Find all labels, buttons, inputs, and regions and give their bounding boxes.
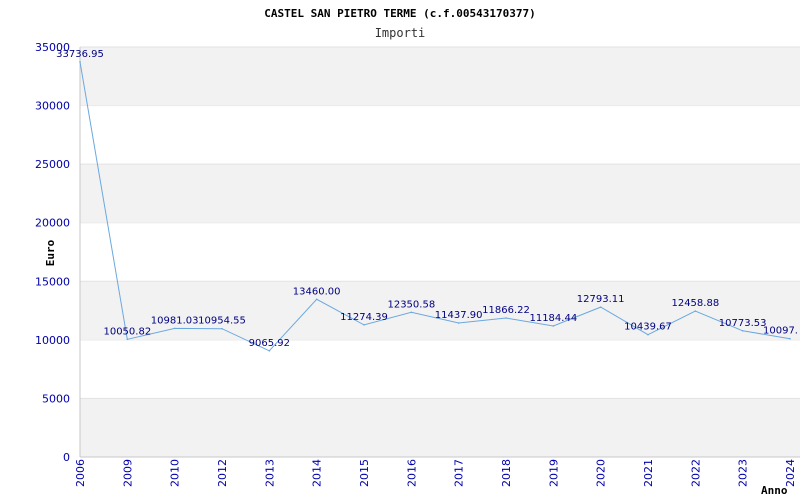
x-tick-label: 2015 xyxy=(358,459,371,487)
data-point xyxy=(457,322,460,324)
x-tick-label: 2018 xyxy=(500,459,513,487)
y-tick-label: 5000 xyxy=(42,392,70,405)
data-point xyxy=(599,306,602,308)
data-point xyxy=(126,338,129,341)
y-tick-label: 15000 xyxy=(35,275,70,288)
x-tick-label: 2009 xyxy=(121,459,134,487)
x-tick-label: 2019 xyxy=(547,459,560,487)
line-chart: CASTEL SAN PIETRO TERME (c.f.00543170377… xyxy=(35,7,800,497)
data-point xyxy=(315,298,318,301)
x-axis-label: Anno xyxy=(761,484,788,497)
x-tick-label: 2020 xyxy=(595,459,608,487)
data-label: 13460.00 xyxy=(293,286,341,297)
data-label: 10050.82 xyxy=(103,326,151,337)
data-label: 12458.88 xyxy=(671,298,719,309)
data-point xyxy=(789,337,791,340)
data-point xyxy=(173,327,176,330)
data-label: 33736.95 xyxy=(56,49,104,60)
x-tick-label: 2006 xyxy=(74,459,87,487)
x-tick-label: 2013 xyxy=(263,459,276,487)
y-tick-label: 20000 xyxy=(35,217,70,230)
axes xyxy=(79,47,800,458)
data-label: 9065.92 xyxy=(249,338,290,349)
grid-band xyxy=(80,398,800,457)
x-tick-label: 2012 xyxy=(216,459,229,487)
data-point xyxy=(694,310,697,312)
grid-band xyxy=(80,164,800,223)
data-point xyxy=(552,325,555,327)
data-label: 11437.90 xyxy=(435,310,483,321)
data-point xyxy=(363,324,365,326)
y-tick-label: 10000 xyxy=(35,334,70,347)
chart-title: CASTEL SAN PIETRO TERME (c.f.00543170377… xyxy=(264,7,536,20)
data-point xyxy=(79,60,81,63)
chart-subtitle: Importi xyxy=(375,26,426,40)
data-point xyxy=(741,329,744,332)
y-tick-label: 0 xyxy=(63,451,70,464)
grid-band xyxy=(80,47,800,106)
data-label: 11184.44 xyxy=(529,313,577,324)
data-label: 10773.53 xyxy=(719,318,767,329)
data-label: 11866.22 xyxy=(482,305,530,316)
x-tick-label: 2016 xyxy=(405,459,418,487)
x-tick-labels: 2006 2009 2010 2012 2013 2014 2015 2016 2017 2018… xyxy=(74,459,797,487)
data-point xyxy=(221,327,223,330)
data-label: 12793.11 xyxy=(577,294,625,305)
grid-bands xyxy=(80,46,800,457)
data-point xyxy=(268,349,271,352)
data-label: 10954.55 xyxy=(198,316,246,327)
data-point xyxy=(410,311,413,314)
data-point xyxy=(505,317,507,319)
x-tick-label: 2022 xyxy=(689,459,702,487)
x-tick-label: 2017 xyxy=(453,459,466,487)
data-label: 10439.67 xyxy=(624,322,672,333)
x-tick-label: 2010 xyxy=(169,459,182,487)
x-tick-label: 2024 xyxy=(784,459,797,487)
data-label: 10981.03 xyxy=(151,315,199,326)
y-tick-label: 25000 xyxy=(35,158,70,171)
data-label: 11274.39 xyxy=(340,312,388,323)
x-tick-label: 2021 xyxy=(642,459,655,487)
data-label: 12350.58 xyxy=(387,299,435,310)
data-point xyxy=(647,333,649,336)
y-tick-label: 30000 xyxy=(35,100,70,113)
data-label: 10097. xyxy=(763,326,798,337)
y-axis-label: Euro xyxy=(44,239,57,266)
x-tick-label: 2023 xyxy=(737,459,750,487)
x-tick-label: 2014 xyxy=(311,459,324,487)
